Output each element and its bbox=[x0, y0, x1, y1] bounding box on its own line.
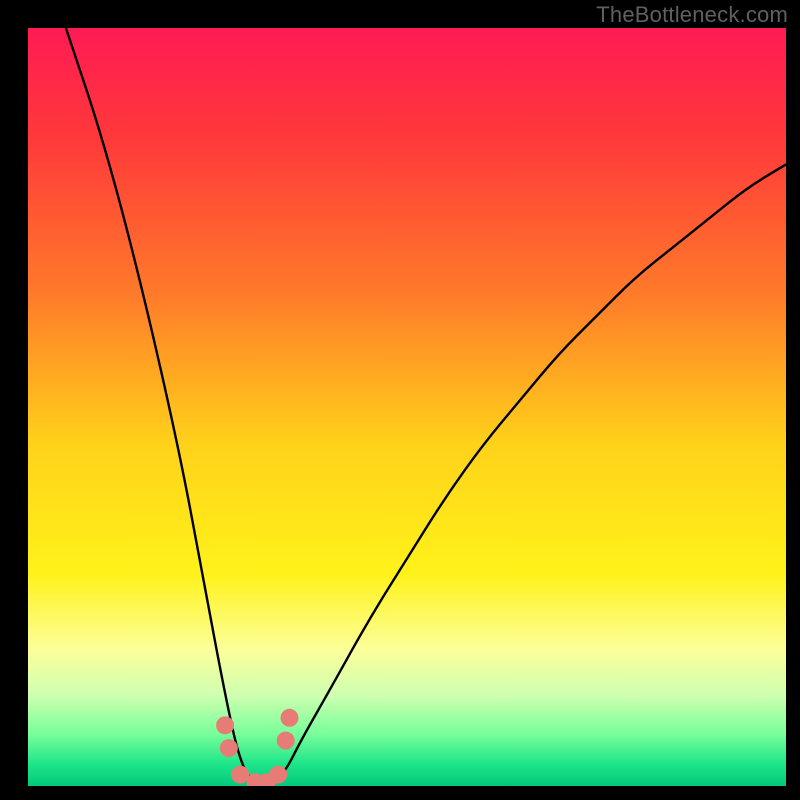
frame-border bbox=[786, 0, 800, 800]
marker-dot bbox=[277, 732, 295, 750]
marker-dot bbox=[269, 766, 287, 784]
chart-frame: TheBottleneck.com bbox=[0, 0, 800, 800]
frame-border bbox=[0, 0, 28, 800]
marker-dot bbox=[281, 709, 299, 727]
watermark-text: TheBottleneck.com bbox=[596, 2, 788, 28]
bottleneck-curve bbox=[66, 28, 786, 786]
plot-curves bbox=[28, 28, 786, 786]
highlight-markers bbox=[216, 709, 298, 786]
marker-dot bbox=[220, 739, 238, 757]
frame-border bbox=[0, 786, 800, 800]
marker-dot bbox=[216, 716, 234, 734]
